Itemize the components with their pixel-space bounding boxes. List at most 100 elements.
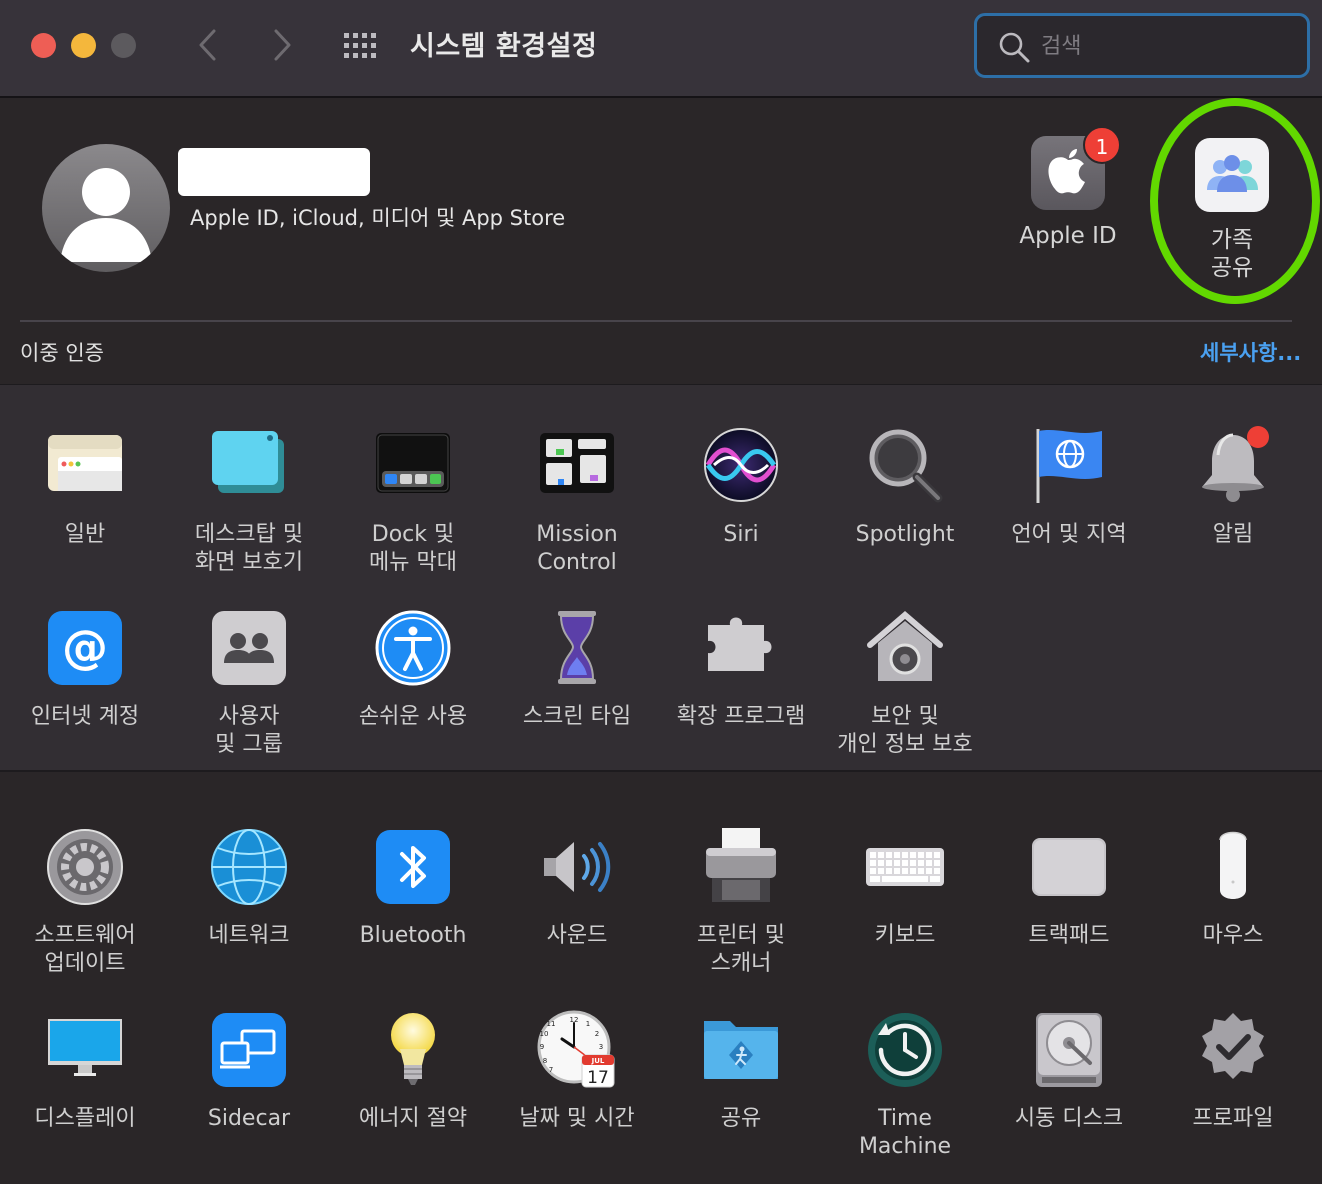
pref-displays[interactable]: 디스플레이 [3, 1009, 167, 1133]
pref-general[interactable]: 일반 [3, 425, 167, 549]
pref-label: 일반 [64, 522, 106, 547]
pref-dock-menubar[interactable]: Dock 및 메뉴 막대 [331, 425, 495, 577]
apple-id-tile-icon: 1 [1031, 126, 1121, 210]
pref-keyboard[interactable]: 키보드 [823, 826, 987, 950]
pref-software-update[interactable]: 소프트웨어 업데이트 [3, 826, 167, 978]
bluetooth-icon [376, 830, 450, 904]
pref-startup-disk[interactable]: 시동 디스크 [987, 1009, 1151, 1133]
hardware-prefs-section: 소프트웨어 업데이트 네트워크 Bluetooth 사운드 프린터 및 스캐너 … [0, 772, 1322, 1184]
trackpad-icon [1032, 838, 1106, 896]
title-bar: 시스템 환경설정 [0, 0, 1322, 98]
pref-trackpad[interactable]: 트랙패드 [987, 826, 1151, 950]
pref-energy-saver[interactable]: 에너지 절약 [331, 1009, 495, 1133]
pref-bluetooth[interactable]: Bluetooth [331, 826, 495, 950]
pref-label: Dock 및 메뉴 막대 [369, 522, 457, 575]
pref-date-time[interactable]: 12 1 2 3 11 10 987 JUL 17 날짜 및 시간 [495, 1009, 659, 1133]
pref-security-privacy[interactable]: 보안 및 개인 정보 보호 [823, 607, 987, 759]
show-all-button[interactable] [342, 32, 382, 60]
pref-accessibility[interactable]: 손쉬운 사용 [331, 607, 495, 731]
svg-text:11: 11 [547, 1020, 556, 1028]
pref-printers-scanners[interactable]: 프린터 및 스캐너 [659, 826, 823, 978]
pref-label: 마우스 [1202, 923, 1264, 948]
mission-control-icon [540, 433, 614, 493]
pref-sidecar[interactable]: Sidecar [167, 1009, 331, 1133]
pref-label: Siri [723, 522, 759, 547]
sidecar-icon [212, 1013, 286, 1087]
energy-saver-icon [391, 1013, 435, 1085]
pref-label: 키보드 [874, 923, 936, 948]
pref-screen-time[interactable]: 스크린 타임 [495, 607, 659, 731]
pref-label: 네트워크 [208, 923, 290, 948]
minimize-window-button[interactable] [71, 33, 96, 58]
pref-label: 사운드 [546, 923, 608, 948]
apple-id-label: Apple ID [1019, 223, 1117, 249]
close-window-button[interactable] [31, 33, 56, 58]
pref-label: 손쉬운 사용 [358, 704, 468, 729]
back-button[interactable] [188, 24, 228, 66]
family-sharing-pane[interactable]: 가족 공유 [1168, 138, 1296, 282]
pref-label: 보안 및 개인 정보 보호 [837, 704, 973, 757]
pref-internet-accounts[interactable]: @ 인터넷 계정 [3, 607, 167, 731]
avatar[interactable] [42, 144, 170, 272]
pref-sound[interactable]: 사운드 [495, 826, 659, 950]
pref-time-machine[interactable]: Time Machine [823, 1009, 987, 1161]
pref-notifications[interactable]: 알림 [1151, 425, 1315, 549]
zoom-window-button[interactable] [111, 33, 136, 58]
chevron-right-icon [274, 29, 291, 61]
notification-badge: 1 [1083, 126, 1121, 164]
pref-label: 에너지 절약 [358, 1106, 468, 1131]
pref-siri[interactable]: Siri [659, 425, 823, 549]
notifications-icon [1202, 426, 1269, 502]
internet-accounts-icon: @ [48, 611, 122, 685]
details-link[interactable]: 세부사항... [1200, 337, 1301, 367]
pref-users-groups[interactable]: 사용자 및 그룹 [167, 607, 331, 759]
date-time-icon: 12 12 31110 987 JUL 17 [537, 1010, 615, 1088]
account-divider [20, 320, 1292, 322]
forward-button[interactable] [262, 24, 302, 66]
calendar-day: 17 [587, 1068, 609, 1088]
family-icon [1207, 155, 1258, 192]
pref-profiles[interactable]: 프로파일 [1151, 1009, 1315, 1133]
svg-text:8: 8 [543, 1057, 547, 1065]
pref-label: Time Machine [858, 1106, 952, 1159]
accessibility-icon [375, 610, 451, 686]
keyboard-icon [866, 848, 944, 886]
general-icon [48, 435, 122, 491]
pref-desktop-screensaver[interactable]: 데스크탑 및 화면 보호기 [167, 425, 331, 577]
apple-id-pane[interactable]: 1 Apple ID [1004, 126, 1132, 251]
pref-label: 인터넷 계정 [30, 704, 140, 729]
pref-label: 프로파일 [1192, 1106, 1274, 1131]
pref-sharing[interactable]: 공유 [659, 1009, 823, 1133]
pref-mouse[interactable]: 마우스 [1151, 826, 1315, 950]
dock-icon [376, 433, 450, 493]
pref-label: 프린터 및 스캐너 [697, 923, 785, 976]
displays-icon [48, 1019, 122, 1076]
sound-icon [544, 842, 611, 892]
pref-label: 언어 및 지역 [1011, 522, 1127, 547]
account-section: Apple ID, iCloud, 미디어 및 App Store 1 Appl… [0, 100, 1322, 384]
pref-network[interactable]: 네트워크 [167, 826, 331, 950]
pref-spotlight[interactable]: Spotlight [823, 425, 987, 549]
svg-text:7: 7 [549, 1066, 553, 1074]
sharing-icon [704, 1021, 778, 1079]
security-privacy-icon [867, 611, 943, 681]
svg-text:10: 10 [540, 1030, 549, 1038]
pref-label: 트랙패드 [1028, 923, 1110, 948]
time-machine-icon [868, 1013, 942, 1087]
pref-language-region[interactable]: 언어 및 지역 [987, 425, 1151, 549]
pref-mission-control[interactable]: Mission Control [495, 425, 659, 577]
search-box[interactable] [974, 13, 1310, 78]
software-update-icon [47, 829, 123, 905]
user-silhouette-icon [60, 168, 152, 262]
pref-extensions[interactable]: 확장 프로그램 [659, 607, 823, 731]
svg-text:1: 1 [586, 1020, 590, 1028]
pref-label: 소프트웨어 업데이트 [34, 923, 136, 976]
account-subtitle: Apple ID, iCloud, 미디어 및 App Store [190, 206, 566, 230]
printers-scanners-icon [706, 828, 776, 902]
redacted-user-name [178, 148, 370, 196]
pref-label: Bluetooth [359, 923, 467, 948]
calendar-month: JUL [591, 1057, 605, 1065]
search-input[interactable] [1041, 28, 1291, 64]
pref-label: 확장 프로그램 [676, 704, 806, 729]
siri-icon [704, 428, 778, 502]
